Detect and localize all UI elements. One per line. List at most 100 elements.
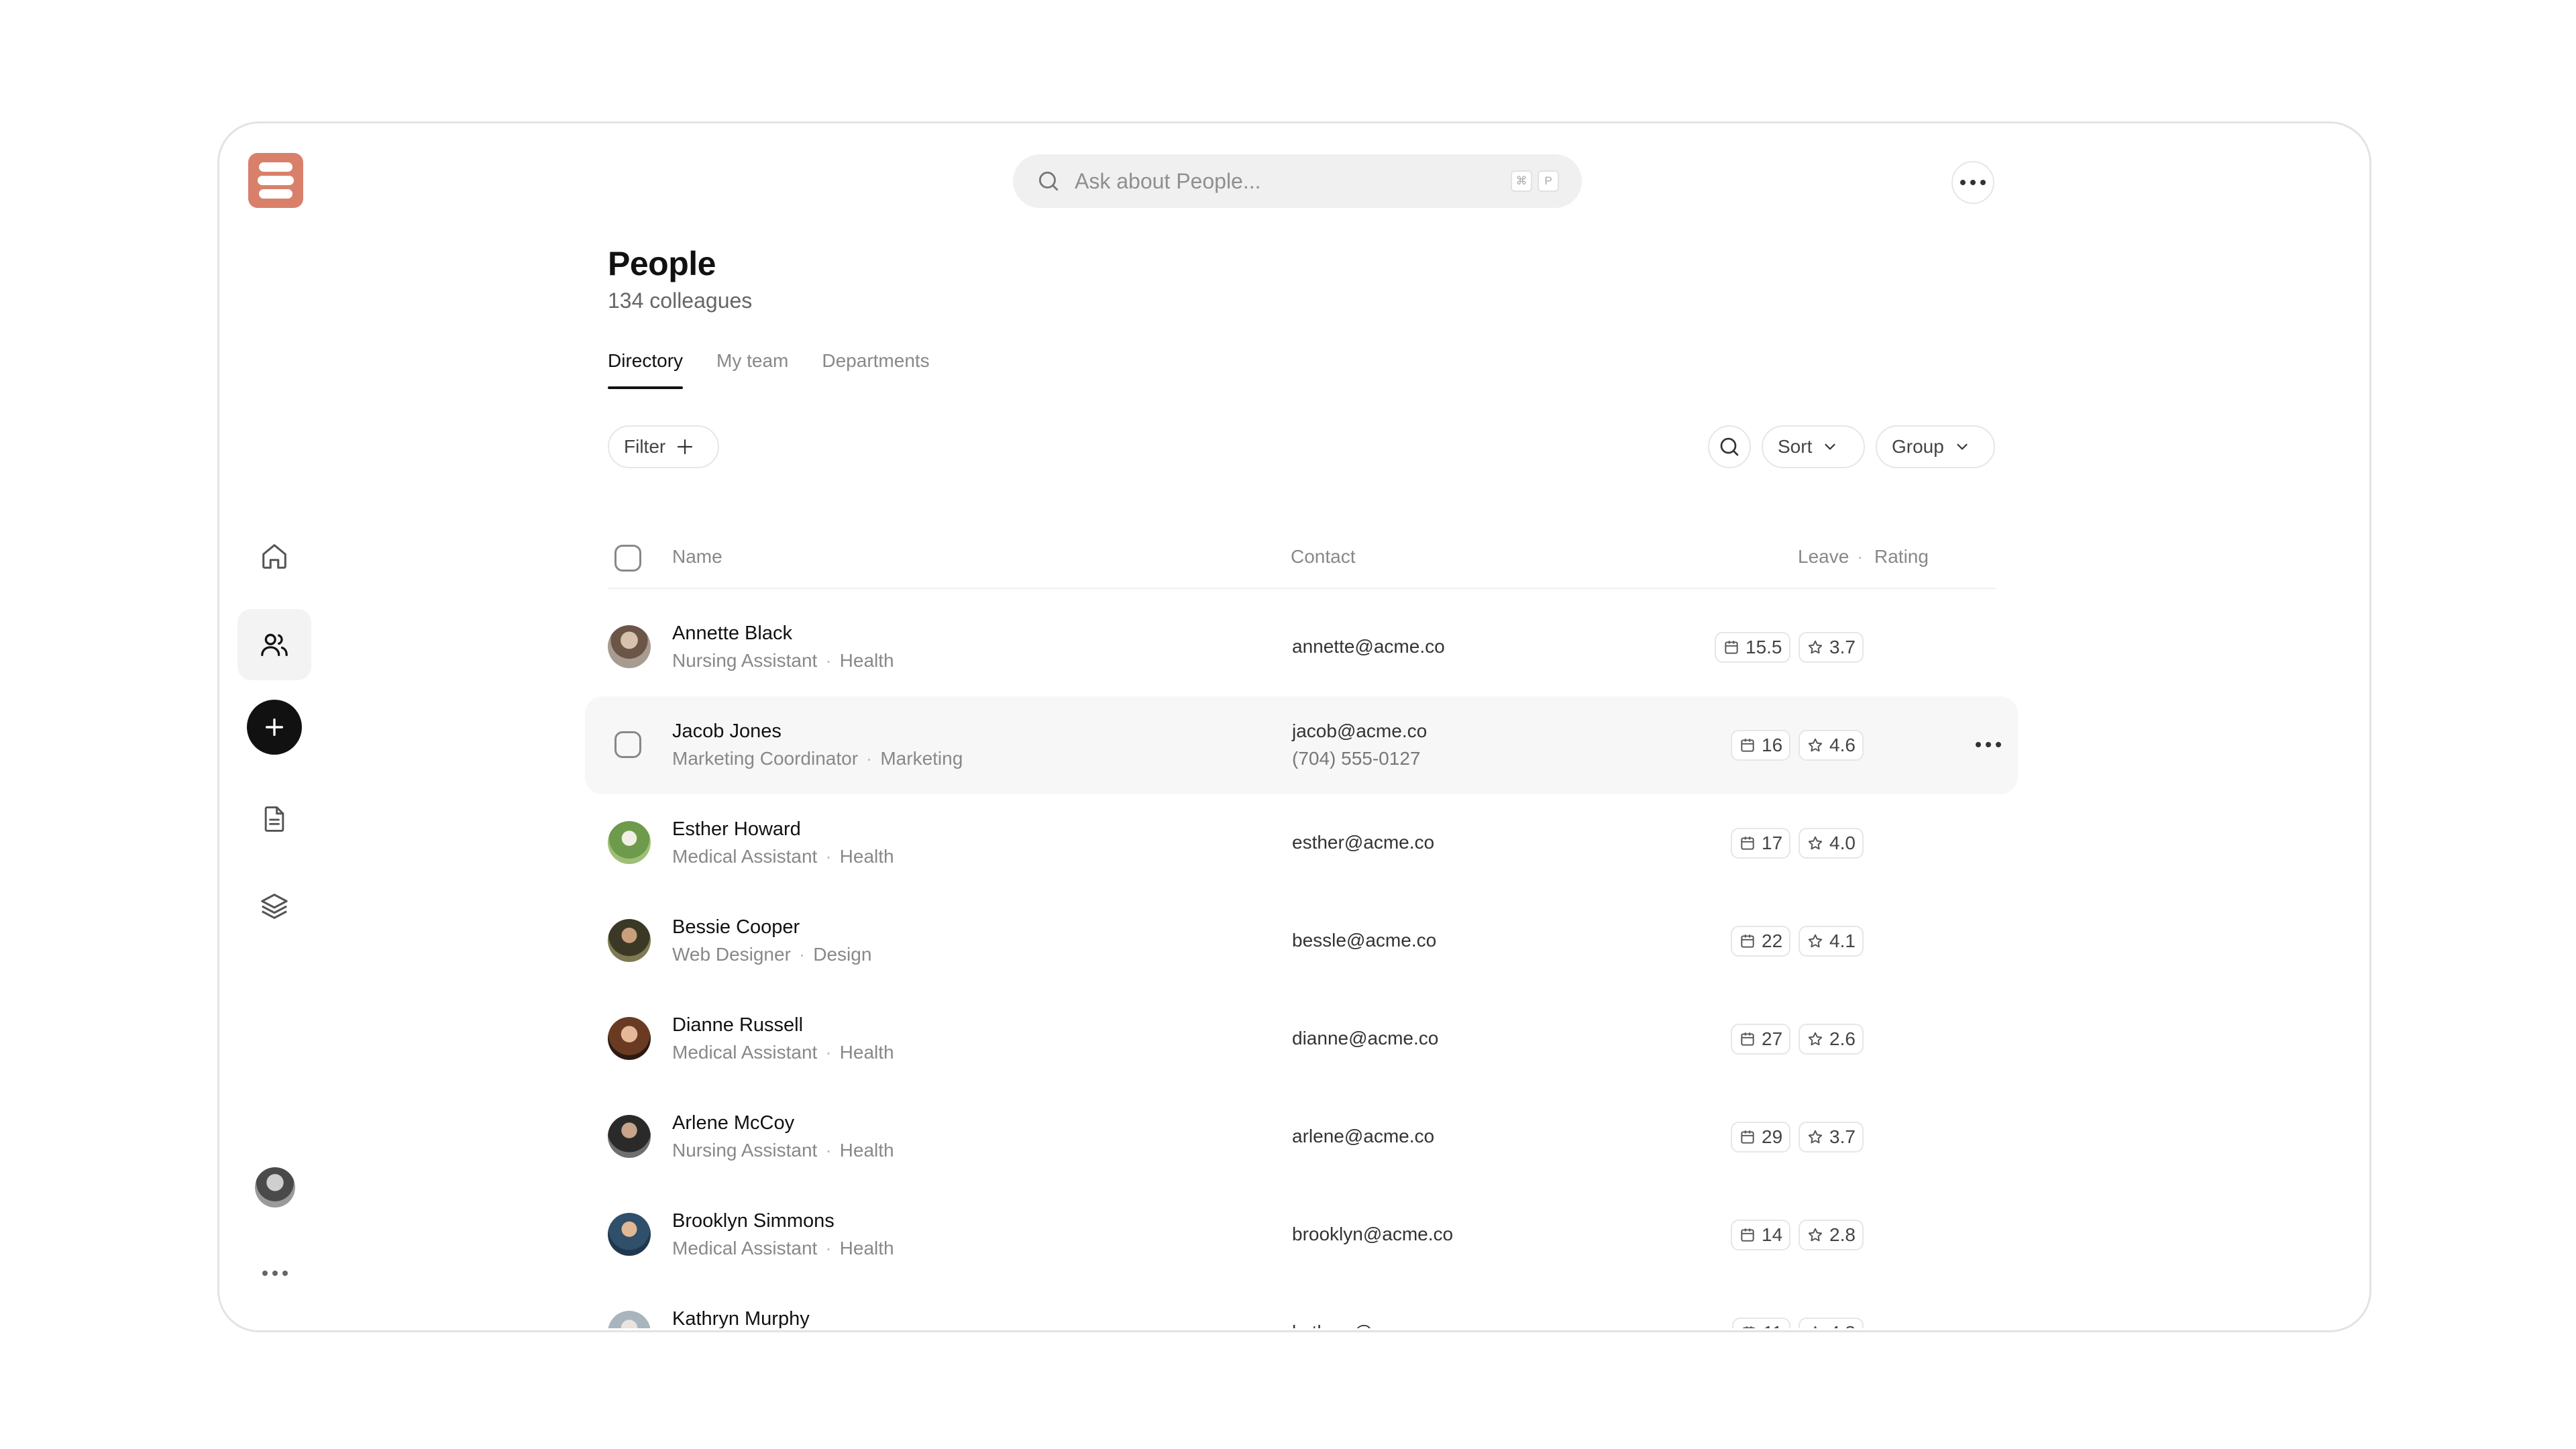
leave-badge: 17 <box>1731 828 1791 859</box>
table-row[interactable]: Jacob Jones Marketing Coordinator · Marketi… <box>585 696 2018 794</box>
meta-separator: · <box>825 650 832 671</box>
meta-separator: · <box>798 944 806 965</box>
avatar <box>608 919 651 962</box>
table-row[interactable]: Brooklyn Simmons Medical Assistant · Health… <box>585 1186 2018 1284</box>
header-contact[interactable]: Contact <box>1291 546 1356 568</box>
employee-email[interactable]: dianne@acme.co <box>1292 1028 1438 1049</box>
employee-name[interactable]: Jacob Jones <box>672 720 782 743</box>
select-all-checkbox[interactable] <box>614 545 641 572</box>
tab-directory[interactable]: Directory <box>608 350 684 389</box>
table-header: Name Contact Leave · Rating <box>608 537 1996 589</box>
rating-value: 2.8 <box>1829 1224 1856 1245</box>
more-options-button[interactable] <box>1951 161 1994 204</box>
nav-people[interactable] <box>237 609 311 680</box>
sort-button[interactable]: Sort <box>1762 425 1865 468</box>
rating-badge: 4.1 <box>1799 926 1864 957</box>
tab-departments[interactable]: Departments <box>822 350 929 389</box>
employee-email[interactable]: annette@acme.co <box>1292 636 1445 657</box>
filter-button[interactable]: Filter <box>608 425 719 468</box>
star-icon <box>1808 1130 1823 1144</box>
leave-badge: 22 <box>1731 926 1791 957</box>
leave-value: 15.5 <box>1746 637 1782 657</box>
leave-value: 27 <box>1762 1028 1783 1049</box>
employee-email[interactable]: bessle@acme.co <box>1292 930 1436 951</box>
employee-name[interactable]: Kathryn Murphy <box>672 1308 810 1328</box>
employee-role: Medical Assistant <box>672 1238 818 1258</box>
meta-separator: · <box>825 1042 832 1063</box>
row-more-button[interactable] <box>1972 737 2004 753</box>
employee-email[interactable]: kathryn@acme.co <box>1292 1322 1444 1328</box>
employee-phone[interactable]: (704) 555-0127 <box>1292 748 1420 769</box>
employee-name[interactable]: Esther Howard <box>672 818 801 841</box>
employee-department: Health <box>839 650 894 671</box>
employee-department: Design <box>813 944 872 965</box>
nav-documents[interactable] <box>237 784 311 855</box>
nav-layers[interactable] <box>237 871 311 942</box>
employee-role: Medical Assistant <box>672 846 818 867</box>
employee-department: Health <box>839 1238 894 1258</box>
rating-value: 3.7 <box>1829 637 1856 657</box>
table-row[interactable]: Arlene McCoy Nursing Assistant · Health arle… <box>585 1088 2018 1186</box>
employee-name[interactable]: Brooklyn Simmons <box>672 1210 835 1232</box>
leave-value: 16 <box>1762 735 1783 755</box>
star-icon <box>1808 738 1823 752</box>
employee-department: Health <box>839 846 894 867</box>
row-checkbox[interactable] <box>614 731 641 758</box>
header-name[interactable]: Name <box>672 546 722 568</box>
employee-email[interactable]: arlene@acme.co <box>1292 1126 1434 1147</box>
employee-meta: Medical Assistant · Health <box>672 1238 894 1259</box>
rating-badge: 4.3 <box>1799 1318 1864 1328</box>
star-icon <box>1808 836 1823 850</box>
search-icon <box>1720 437 1739 456</box>
meta-separator: · <box>866 748 873 769</box>
group-button[interactable]: Group <box>1876 425 1995 468</box>
header-leave[interactable]: Leave <box>1798 546 1849 568</box>
table-row[interactable]: Bessie Cooper Web Designer · Design bessle@a… <box>585 892 2018 990</box>
employee-name[interactable]: Annette Black <box>672 623 792 645</box>
employee-meta: Medical Assistant · Health <box>672 1042 894 1063</box>
rail-more-button[interactable] <box>255 1265 295 1281</box>
leave-badge: 14 <box>1731 1220 1791 1250</box>
rating-badge: 2.6 <box>1799 1024 1864 1055</box>
nav-home[interactable] <box>237 521 311 592</box>
table-row[interactable]: Dianne Russell Medical Assistant · Health di… <box>585 990 2018 1088</box>
employee-name[interactable]: Bessie Cooper <box>672 916 800 938</box>
app-logo[interactable] <box>248 153 303 208</box>
leave-value: 22 <box>1762 930 1783 951</box>
chevron-down-icon <box>1957 443 1968 450</box>
rating-badge: 2.8 <box>1799 1220 1864 1250</box>
sort-label: Sort <box>1778 436 1813 457</box>
meta-separator: · <box>825 1140 832 1161</box>
leave-value: 17 <box>1762 833 1783 853</box>
rating-value: 3.7 <box>1829 1126 1856 1147</box>
page-subtitle: 134 colleagues <box>608 288 753 313</box>
avatar <box>608 1017 651 1060</box>
table-row[interactable]: Annette Black Nursing Assistant · Health ann… <box>585 598 2018 696</box>
employee-email[interactable]: jacob@acme.co <box>1292 720 1427 742</box>
table-row[interactable]: Kathryn MurphyPresident of Sales·Saleska… <box>585 1284 2018 1328</box>
calendar-icon <box>1741 837 1754 850</box>
tab-my-team[interactable]: My team <box>716 350 788 389</box>
star-icon <box>1808 934 1823 948</box>
search-placeholder: Ask about People... <box>1075 168 1261 193</box>
calendar-icon <box>1741 739 1754 752</box>
calendar-icon <box>1725 641 1738 654</box>
table-row[interactable]: Esther Howard Medical Assistant · Health est… <box>585 794 2018 892</box>
layers-icon <box>261 894 288 919</box>
employee-role: Nursing Assistant <box>672 1140 818 1161</box>
employee-name[interactable]: Dianne Russell <box>672 1014 803 1036</box>
employee-department: Health <box>839 1140 894 1161</box>
employee-name[interactable]: Arlene McCoy <box>672 1112 794 1134</box>
home-icon <box>262 544 286 569</box>
add-button[interactable] <box>247 700 302 755</box>
employee-email[interactable]: esther@acme.co <box>1292 832 1434 853</box>
user-avatar[interactable] <box>255 1167 295 1208</box>
leave-badge: 11 <box>1732 1318 1791 1328</box>
employee-email[interactable]: brooklyn@acme.co <box>1292 1224 1453 1245</box>
header-rating[interactable]: Rating <box>1874 546 1929 568</box>
document-icon <box>264 806 284 832</box>
leave-badge: 29 <box>1731 1122 1791 1152</box>
table-search-button[interactable] <box>1708 425 1751 468</box>
calendar-icon <box>1741 1130 1754 1144</box>
search-bar[interactable]: Ask about People... ⌘ P <box>1013 154 1582 208</box>
